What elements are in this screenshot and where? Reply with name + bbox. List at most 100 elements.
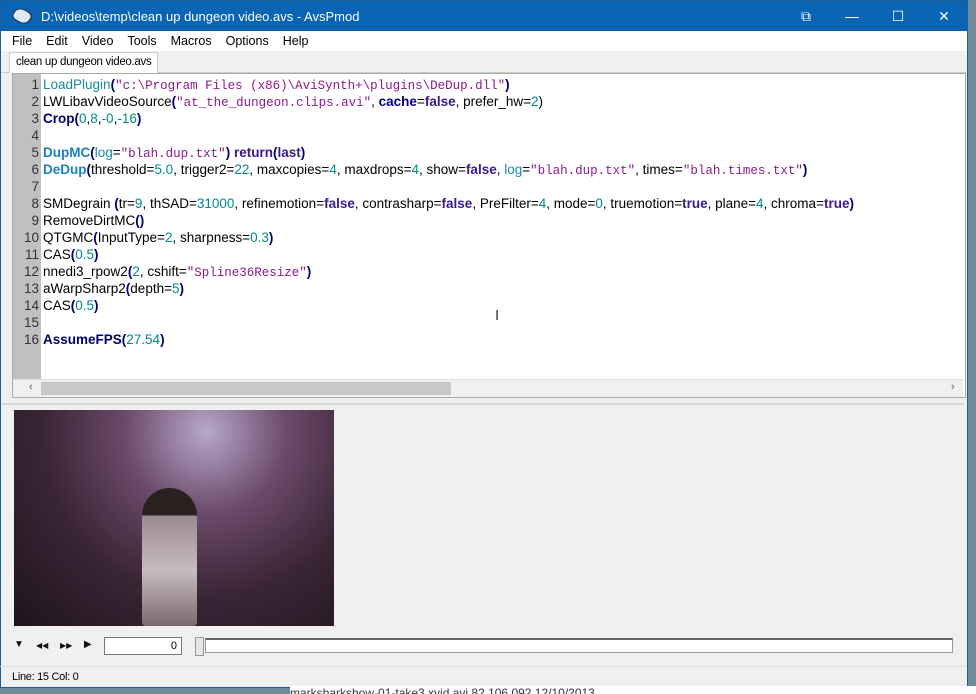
code-token: false: [324, 196, 355, 211]
code-token: ): [94, 298, 99, 313]
code-token: ): [179, 281, 184, 296]
code-token: CAS: [43, 298, 71, 313]
tab-script[interactable]: clean up dungeon video.avs: [9, 52, 159, 73]
code-token: threshold=: [91, 162, 155, 177]
text-cursor-icon: I: [495, 307, 500, 324]
maximize-button[interactable]: ☐: [875, 1, 921, 31]
code-token: RemoveDirtMC: [43, 213, 136, 228]
line-number: 1: [31, 77, 39, 92]
code-token: "blah.times.txt": [682, 164, 803, 178]
code-token: LWLibavVideoSource: [43, 94, 172, 109]
code-token: LoadPlugin: [43, 77, 111, 92]
scroll-left-icon[interactable]: ‹: [29, 381, 33, 393]
code-token: true: [682, 196, 708, 211]
menu-edit[interactable]: Edit: [39, 34, 75, 48]
code-token: 4: [329, 162, 337, 177]
code-line: LoadPlugin("c:\Program Files (x86)\AviSy…: [43, 77, 510, 93]
code-token: ,: [371, 94, 379, 109]
next-frame-button[interactable]: ▶▶: [60, 641, 72, 650]
line-number: 9: [31, 213, 39, 228]
code-token: , chroma=: [763, 196, 824, 211]
code-token: 8: [90, 111, 98, 126]
desktop-background-row: marksbarkshow-01-take3.xvid avi 82,106,0…: [290, 686, 976, 694]
splitter[interactable]: [2, 403, 964, 405]
line-number: 15: [23, 315, 39, 330]
code-token: 5.0: [154, 162, 174, 177]
menu-tools[interactable]: Tools: [120, 34, 163, 48]
code-line: LWLibavVideoSource("at_the_dungeon.clips…: [43, 94, 543, 110]
code-token: , plane=: [707, 196, 757, 211]
code-token: 0.5: [75, 247, 95, 262]
code-token: tr=: [118, 196, 135, 211]
menu-video[interactable]: Video: [75, 34, 121, 48]
code-token: , prefer_hw=: [455, 94, 532, 109]
line-number: 11: [24, 247, 39, 262]
frame-number-input[interactable]: 0: [104, 637, 182, 655]
code-token: 31000: [196, 196, 235, 211]
code-line: aWarpSharp2(depth=5): [43, 281, 184, 296]
toggle-preview-button[interactable]: ▼: [14, 639, 24, 650]
code-token: -0: [101, 111, 114, 126]
code-token: DeDup: [43, 162, 87, 177]
video-subject: [142, 488, 197, 626]
slider-handle[interactable]: [195, 637, 204, 656]
code-token: ): [849, 196, 854, 211]
code-token: SMDegrain: [43, 196, 115, 211]
line-number: 12: [23, 264, 39, 279]
restore-icon[interactable]: ⧉: [783, 1, 829, 31]
code-token: false: [465, 162, 497, 177]
menu-options[interactable]: Options: [219, 34, 276, 48]
script-editor[interactable]: 1 2 3 4 5 6 7 8 9 10 11 12 13 14 15 16 LoadPlugin("c:\P…: [12, 73, 966, 398]
scrollbar-thumb[interactable]: [41, 382, 451, 395]
code-token: ): [538, 94, 544, 109]
code-token: 0: [79, 111, 87, 126]
scroll-right-icon[interactable]: ›: [951, 381, 955, 393]
menu-file[interactable]: File: [5, 34, 39, 48]
code-line: QTGMC(InputType=2, sharpness=0.3): [43, 230, 273, 245]
line-number: 4: [31, 128, 39, 143]
code-token: , contrasharp=: [354, 196, 442, 211]
code-token: , trigger2=: [173, 162, 235, 177]
code-token: (): [135, 213, 145, 228]
code-token: ): [94, 247, 99, 262]
code-token: 2: [531, 94, 539, 109]
code-token: ): [268, 230, 274, 245]
code-token: "at_the_dungeon.clips.avi": [176, 96, 372, 110]
code-token: true: [823, 196, 850, 211]
code-token: , times=: [635, 162, 683, 177]
code-token: ): [136, 111, 142, 126]
code-token: 4: [411, 162, 420, 177]
code-token: return: [230, 145, 273, 160]
menu-macros[interactable]: Macros: [164, 34, 219, 48]
code-token: nnedi3_rpow2: [43, 264, 128, 279]
line-number: 10: [23, 230, 39, 245]
app-icon: [10, 5, 34, 27]
video-preview: [14, 410, 334, 626]
frame-slider[interactable]: [205, 638, 953, 653]
code-token: , sharpness=: [172, 230, 251, 245]
line-number: 14: [23, 298, 39, 313]
code-token: false: [424, 94, 456, 109]
horizontal-scrollbar[interactable]: ‹ ›: [13, 379, 963, 397]
code-token: 22: [234, 162, 250, 177]
code-token: =: [416, 94, 425, 109]
line-number-gutter: 1 2 3 4 5 6 7 8 9 10 11 12 13 14 15 16: [13, 74, 41, 379]
code-token: =: [522, 162, 531, 177]
close-button[interactable]: ✕: [921, 1, 967, 31]
code-token: Crop: [43, 111, 75, 126]
code-token: DupMC: [43, 145, 91, 160]
line-number: 8: [31, 196, 39, 211]
code-token: ): [160, 332, 165, 347]
code-line: SMDegrain (tr=9, thSAD=31000, refinemoti…: [43, 196, 854, 211]
code-line: CAS(0.5): [43, 298, 99, 313]
prev-frame-button[interactable]: ◀◀: [36, 641, 48, 650]
code-token: aWarpSharp2: [43, 281, 126, 296]
code-line: DupMC(log="blah.dup.txt") return(last): [43, 145, 305, 161]
menu-help[interactable]: Help: [276, 34, 316, 48]
minimize-button[interactable]: —: [829, 1, 875, 31]
title-bar: D:\videos\temp\clean up dungeon video.av…: [1, 1, 967, 31]
window-title: D:\videos\temp\clean up dungeon video.av…: [41, 8, 360, 24]
code-token: ): [300, 145, 306, 160]
code-token: , maxdrops=: [336, 162, 412, 177]
play-button[interactable]: ▶: [84, 639, 92, 650]
